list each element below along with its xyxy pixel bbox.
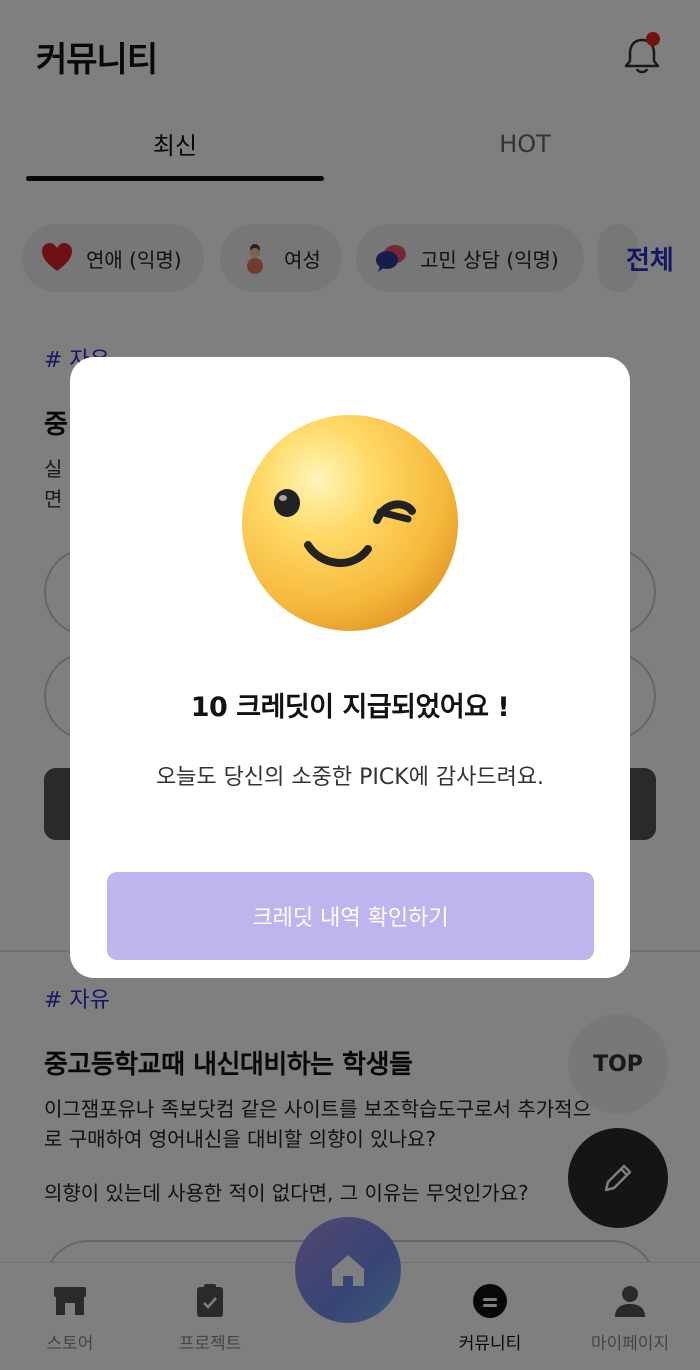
dialog-title: 10 크레딧이 지급되었어요 ! — [190, 692, 510, 723]
view-credit-history-button[interactable]: 크레딧 내역 확인하기 — [107, 872, 594, 960]
winking-face-icon — [242, 415, 458, 631]
credit-reward-dialog: 10 크레딧이 지급되었어요 ! 오늘도 당신의 소중한 PICK에 감사드려요… — [70, 357, 630, 978]
dialog-message: 오늘도 당신의 소중한 PICK에 감사드려요. — [155, 765, 545, 790]
